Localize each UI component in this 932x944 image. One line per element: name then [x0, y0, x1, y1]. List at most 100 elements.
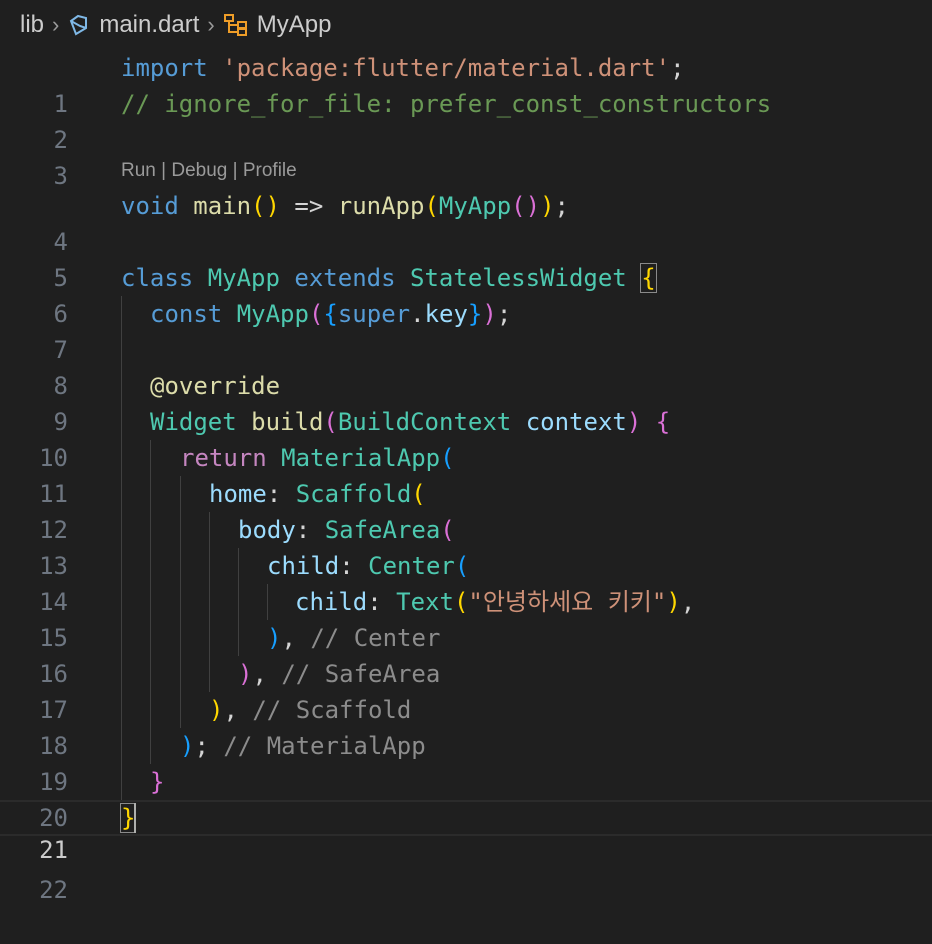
- token-punct: ,: [281, 624, 311, 652]
- token-control: return: [180, 444, 267, 472]
- code-text: }: [150, 764, 164, 800]
- token-bracket: }: [150, 768, 165, 796]
- code-text: child: Center(: [267, 548, 469, 584]
- code-line[interactable]: 17 ), // SafeArea: [0, 656, 932, 724]
- code-line[interactable]: 18 ), // Scaffold: [0, 692, 932, 760]
- code-text: import 'package:flutter/material.dart';: [121, 50, 685, 86]
- token-keyword: class: [121, 264, 194, 292]
- code-line[interactable]: 6 class MyApp extends StatelessWidget {: [0, 260, 932, 328]
- token-punct: ,: [223, 696, 253, 724]
- code-line[interactable]: 14 child: Center(: [0, 548, 932, 616]
- codelens-separator: |: [227, 160, 243, 181]
- token-type: Center: [368, 552, 455, 580]
- code-line[interactable]: 4 void main() => runApp(MyApp());: [0, 188, 932, 256]
- token-bracket-matched: {: [640, 263, 657, 293]
- token-punct: ,: [680, 588, 696, 616]
- breadcrumb-file[interactable]: main.dart: [67, 11, 199, 39]
- class-symbol-icon: [223, 14, 247, 36]
- code-text: ), // Center: [267, 620, 440, 656]
- token-type: Scaffold: [295, 480, 412, 508]
- token-comment: // SafeArea: [281, 660, 441, 688]
- token-function: main: [193, 192, 252, 220]
- code-line[interactable]: 10 Widget build(BuildContext context) {: [0, 404, 932, 472]
- token-comment: // Scaffold: [252, 696, 412, 724]
- token-comment: // Center: [310, 624, 441, 652]
- token-keyword: super: [337, 300, 411, 328]
- token-bracket: ): [180, 732, 195, 760]
- code-text: Widget build(BuildContext context) {: [150, 404, 670, 440]
- token-variable: home: [209, 480, 267, 508]
- code-line[interactable]: 3: [0, 122, 932, 190]
- token-bracket: (: [308, 300, 324, 328]
- token-variable: child: [267, 552, 340, 580]
- breadcrumb-symbol[interactable]: MyApp: [223, 11, 332, 39]
- chevron-right-icon: ›: [52, 12, 60, 37]
- token-bracket: (: [323, 408, 338, 436]
- token-bracket: ): [540, 192, 555, 220]
- token-bracket: (: [440, 516, 455, 544]
- token-punct: .: [410, 300, 425, 328]
- token-punct: ;: [554, 192, 569, 220]
- code-line[interactable]: 20 }: [0, 764, 932, 832]
- token-punct: ;: [194, 732, 224, 760]
- token-bracket: ): [482, 300, 497, 328]
- code-text: const MyApp({super.key});: [150, 296, 511, 332]
- code-line[interactable]: 12 home: Scaffold(: [0, 476, 932, 544]
- token-keyword: import: [121, 54, 208, 82]
- token-punct: ,: [252, 660, 282, 688]
- token-bracket: {: [323, 300, 338, 328]
- breadcrumb-folder[interactable]: lib: [20, 11, 44, 39]
- token-operator: =>: [279, 192, 338, 220]
- token-bracket: ): [626, 408, 642, 436]
- token-punct: :: [295, 516, 325, 544]
- breadcrumb-symbol-label: MyApp: [256, 11, 332, 38]
- code-line[interactable]: 7 const MyApp({super.key});: [0, 296, 932, 364]
- code-text: // ignore_for_file: prefer_const_constru…: [121, 86, 771, 122]
- token-variable: child: [295, 588, 368, 616]
- code-line[interactable]: 2 // ignore_for_file: prefer_const_const…: [0, 86, 932, 154]
- code-text: void main() => runApp(MyApp());: [121, 188, 569, 224]
- code-text: class MyApp extends StatelessWidget {: [121, 260, 657, 296]
- code-line[interactable]: 5: [0, 224, 932, 292]
- code-line[interactable]: 15 child: Text("안녕하세요 키키"),: [0, 584, 932, 652]
- token-bracket: (: [454, 552, 470, 580]
- code-line-current[interactable]: 21 }: [0, 800, 932, 864]
- token-string: 'package:flutter/material.dart': [222, 54, 671, 82]
- token-function: build: [251, 408, 324, 436]
- codelens-separator: |: [155, 160, 172, 181]
- code-line[interactable]: 1 import 'package:flutter/material.dart'…: [0, 50, 932, 118]
- token-string: "안녕하세요 키키": [468, 588, 667, 616]
- code-line[interactable]: 22: [0, 836, 932, 904]
- code-line[interactable]: 9 @override: [0, 368, 932, 436]
- dart-file-icon: [70, 14, 88, 36]
- token-bracket: (: [440, 444, 455, 472]
- token-punct: ;: [670, 54, 685, 82]
- code-text: home: Scaffold(: [209, 476, 426, 512]
- code-line[interactable]: 16 ), // Center: [0, 620, 932, 688]
- code-line[interactable]: 11 return MaterialApp(: [0, 440, 932, 508]
- code-line[interactable]: 8: [0, 332, 932, 400]
- token-type: Text: [396, 588, 454, 616]
- code-line[interactable]: 13 body: SafeArea(: [0, 512, 932, 580]
- code-line[interactable]: 19 ); // MaterialApp: [0, 728, 932, 796]
- code-editor[interactable]: 1 import 'package:flutter/material.dart'…: [0, 50, 932, 904]
- token-variable: context: [525, 408, 627, 436]
- token-keyword: void: [121, 192, 179, 220]
- token-punct: ;: [496, 300, 512, 328]
- token-type: MyApp: [207, 264, 280, 292]
- code-text: ), // Scaffold: [209, 692, 411, 728]
- token-bracket: }: [467, 300, 483, 328]
- codelens: Run | Debug | Profile: [121, 156, 297, 186]
- token-bracket: ): [267, 624, 282, 652]
- code-text: ), // SafeArea: [238, 656, 440, 692]
- codelens-run[interactable]: Run: [121, 160, 156, 181]
- codelens-debug[interactable]: Debug: [171, 160, 227, 181]
- code-text: @override: [150, 368, 280, 404]
- codelens-profile[interactable]: Profile: [243, 160, 297, 181]
